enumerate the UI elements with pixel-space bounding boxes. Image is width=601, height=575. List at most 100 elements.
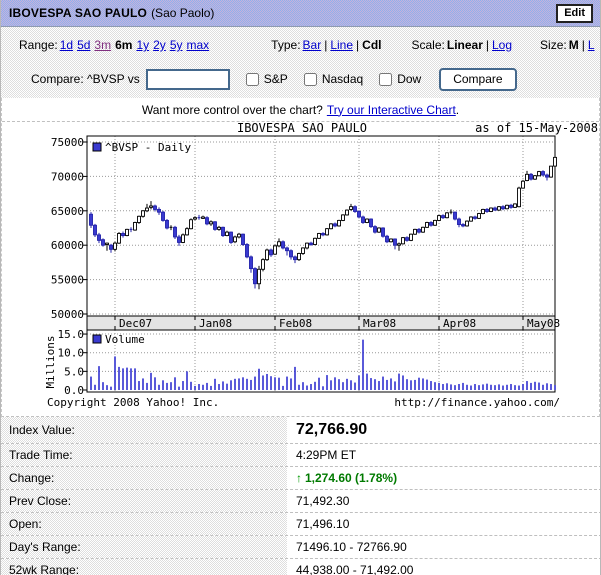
type-option-cdl: Cdl [362,38,381,52]
interactive-chart-link[interactable]: Try our Interactive Chart [327,103,456,117]
range-option-2y[interactable]: 2y [153,38,166,52]
quote-label: Change: [1,467,287,489]
svg-text:10.0: 10.0 [58,347,85,360]
quote-row-index-value: Index Value:72,766.90 [1,417,601,444]
quote-value: 71496.10 - 72766.90 [287,540,601,554]
scale-group: Scale:Linear|Log [412,38,515,52]
svg-text:50000: 50000 [51,308,84,321]
separator: | [582,38,585,52]
chart-toolbar: Range:1d 5d 3m 6m 1y 2y 5y max Type:Bar|Line|Cdl… [1,27,600,98]
quote-label: 52wk Range: [1,559,287,575]
volume-axis-label: Millions [44,336,57,389]
svg-text:75000: 75000 [51,136,84,149]
quote-row-day-s-range: Day's Range:71496.10 - 72766.90 [1,536,601,559]
svg-text:65000: 65000 [51,205,84,218]
quote-value: 71,496.10 [287,517,601,531]
candles [90,157,557,289]
scale-option-log[interactable]: Log [492,38,512,52]
page-title: IBOVESPA SAO PAULO [9,6,147,20]
svg-text:15.0: 15.0 [58,328,85,341]
range-group: Range:1d 5d 3m 6m 1y 2y 5y max [19,38,211,52]
scale-label: Scale: [412,38,445,52]
range-option-5y[interactable]: 5y [170,38,183,52]
size-option-m: M [569,38,579,52]
svg-text:55000: 55000 [51,274,84,287]
range-option-max[interactable]: max [187,38,210,52]
chart-image-area: IBOVESPA SAO PAULO as of 15-May-2008 50000… [2,122,599,416]
chart-copyright: Copyright 2008 Yahoo! Inc. [47,396,219,409]
titlebar: IBOVESPA SAO PAULO (Sao Paolo) Edit [1,0,600,27]
chart-container: Want more control over the chart? Try ou… [1,98,600,417]
quote-row-52wk-range: 52wk Range:44,938.00 - 71,492.00 [1,559,601,575]
checkbox-label: Dow [397,72,421,86]
quote-row-trade-time: Trade Time:4:29PM ET [1,444,601,467]
compare-row: Compare: ^BVSP vs S&PNasdaqDow Compare [1,61,600,97]
range-type-scale-size-row: Range:1d 5d 3m 6m 1y 2y 5y max Type:Bar|Line|Cdl… [1,29,600,61]
quote-label: Open: [1,513,287,535]
checkbox-nasdaq[interactable] [304,73,317,86]
separator: | [324,38,327,52]
compare-symbol-input[interactable] [146,69,230,90]
size-option-l[interactable]: L [588,38,595,52]
quote-row-prev-close: Prev Close:71,492.30 [1,490,601,513]
svg-text:Apr08: Apr08 [443,317,476,330]
type-group: Type:Bar|Line|Cdl [271,38,383,52]
svg-text:60000: 60000 [51,239,84,252]
quote-row-open: Open:71,496.10 [1,513,601,536]
range-option-1y[interactable]: 1y [136,38,149,52]
chart-url: http://finance.yahoo.com/ [394,396,560,409]
price-volume-chart: IBOVESPA SAO PAULO as of 15-May-2008 50000… [2,122,601,416]
range-label: Range: [19,38,58,52]
volume-legend-label: Volume [105,333,145,346]
volume-bars [91,340,555,390]
scale-option-linear: Linear [447,38,483,52]
range-option-6m: 6m [115,38,132,52]
svg-text:Jan08: Jan08 [199,317,232,330]
compare-option-nasdaq: Nasdaq [304,72,363,86]
compare-checkboxes: S&P Nasdaq Dow [230,72,421,86]
quote-value: 44,938.00 - 71,492.00 [287,563,601,575]
svg-text:70000: 70000 [51,170,84,183]
quote-row-change: Change:↑1,274.60 (1.78%) [1,467,601,490]
separator: | [356,38,359,52]
chart-title: IBOVESPA SAO PAULO [237,122,367,135]
quote-value: 71,492.30 [287,494,601,508]
svg-text:Dec07: Dec07 [119,317,152,330]
type-option-line[interactable]: Line [330,38,353,52]
axes [83,136,555,392]
chart-as-of: as of 15-May-2008 [475,122,598,135]
separator: | [486,38,489,52]
quote-label: Index Value: [1,417,287,443]
svg-text:Mar08: Mar08 [363,317,396,330]
banner-text: Want more control over the chart? [142,103,323,117]
chart-text: IBOVESPA SAO PAULO as of 15-May-2008 50000… [44,122,598,409]
checkbox-label: Nasdaq [322,72,363,86]
up-arrow-icon: ↑ [296,471,302,485]
compare-button[interactable]: Compare [439,68,516,91]
type-option-bar[interactable]: Bar [303,38,322,52]
quote-value: ↑1,274.60 (1.78%) [287,471,601,485]
range-option-1d[interactable]: 1d [60,38,73,52]
svg-text:5.0: 5.0 [64,365,84,378]
finance-chart-widget: IBOVESPA SAO PAULO (Sao Paolo) Edit Rang… [0,0,601,575]
page-subtitle: (Sao Paolo) [151,6,214,20]
svg-text:May08: May08 [527,317,560,330]
quote-table: Index Value:72,766.90Trade Time:4:29PM E… [1,417,601,575]
range-option-3m[interactable]: 3m [94,38,111,52]
checkbox-sp[interactable] [246,73,259,86]
checkbox-dow[interactable] [379,73,392,86]
checkbox-label: S&P [264,72,288,86]
change-value: 1,274.60 (1.78%) [305,471,397,485]
quote-value: 4:29PM ET [287,448,601,462]
compare-option-dow: Dow [379,72,421,86]
edit-button[interactable]: Edit [556,4,593,23]
interactive-chart-banner: Want more control over the chart? Try ou… [2,98,599,122]
quote-label: Trade Time: [1,444,287,466]
size-label: Size: [540,38,567,52]
range-option-5d[interactable]: 5d [77,38,90,52]
quote-value: 72,766.90 [287,421,601,439]
price-legend-swatch [93,143,101,151]
quote-label: Prev Close: [1,490,287,512]
quote-label: Day's Range: [1,536,287,558]
gridlines [87,136,555,392]
